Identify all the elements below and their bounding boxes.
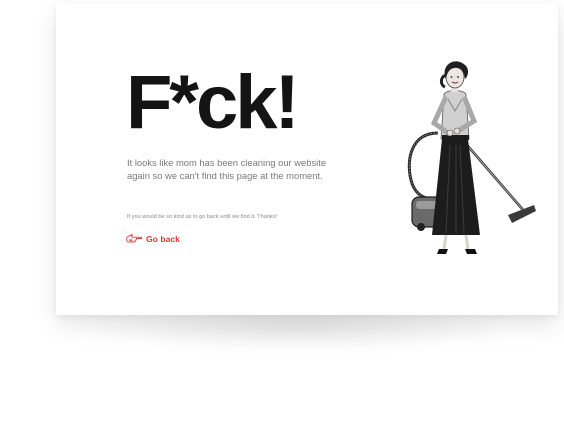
page-title: F*ck! <box>126 60 300 145</box>
go-back-link[interactable]: Go back <box>126 230 180 248</box>
error-message: It looks like mom has been cleaning our … <box>127 157 327 181</box>
go-back-note: If you would be so kind as to go back un… <box>127 214 278 220</box>
woman-vacuum-illustration <box>376 55 536 265</box>
pointing-hand-icon <box>126 230 143 248</box>
screen: F*ck! It looks like mom has been cleanin… <box>0 0 564 423</box>
error-card: F*ck! It looks like mom has been cleanin… <box>56 3 558 315</box>
go-back-label: Go back <box>146 234 180 244</box>
